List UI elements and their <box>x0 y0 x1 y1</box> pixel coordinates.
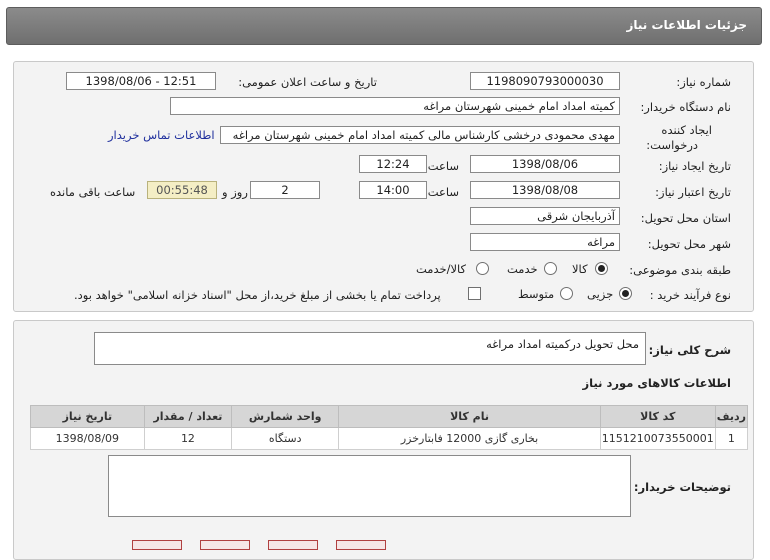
remaining-time-field: 00:55:48 <box>147 181 217 199</box>
creator-label-line2: درخواست: <box>646 138 698 152</box>
created-date-label: تاریخ ایجاد نیاز: <box>658 159 731 173</box>
category-goods-service-label: کالا/خدمت <box>416 262 467 276</box>
col-unit: واحد شمارش <box>231 405 340 428</box>
province-field[interactable]: آذربایجان شرقی <box>470 207 620 225</box>
creator-label-line1: ایجاد کننده <box>661 123 712 137</box>
treasury-payment-checkbox[interactable] <box>468 287 481 300</box>
treasury-payment-note: پرداخت تمام یا بخشی از مبلغ خرید،از محل … <box>74 288 441 302</box>
description-text: محل تحویل درکمیته امداد مراغه <box>486 337 639 351</box>
description-field[interactable]: محل تحویل درکمیته امداد مراغه <box>94 332 646 365</box>
col-item-name: نام کالا <box>338 405 601 428</box>
bottom-action-button-4[interactable] <box>336 540 386 550</box>
buyer-contact-link[interactable]: اطلاعات تماس خریدار <box>108 128 215 142</box>
need-number-label: شماره نیاز: <box>676 75 731 89</box>
page-header: جزئیات اطلاعات نیاز <box>6 7 762 45</box>
page-title: جزئیات اطلاعات نیاز <box>626 18 747 32</box>
goods-section-title: اطلاعات کالاهای مورد نیاز <box>582 376 731 390</box>
buyer-notes-field[interactable] <box>108 455 631 517</box>
city-label: شهر محل تحویل: <box>647 237 731 251</box>
remaining-label: ساعت باقی مانده <box>50 185 136 199</box>
goods-table: ردیف کد کالا نام کالا واحد شمارش تعداد /… <box>30 405 749 450</box>
bottom-action-button-2[interactable] <box>200 540 250 550</box>
row-number-cell: 1 <box>714 427 749 450</box>
need-number-field[interactable]: 1198090793000030 <box>470 72 620 90</box>
goods-table-header: ردیف کد کالا نام کالا واحد شمارش تعداد /… <box>30 405 749 428</box>
created-time-field[interactable]: 12:24 <box>359 155 427 173</box>
table-row[interactable]: 1 1151210073550001 بخاری گازی 12000 فابت… <box>30 427 749 450</box>
buyer-org-label: نام دستگاه خریدار: <box>640 100 731 114</box>
quantity-cell: 12 <box>143 427 233 450</box>
validity-date-field[interactable]: 1398/08/08 <box>470 181 620 199</box>
buyer-org-field[interactable]: کمیته امداد امام خمینی شهرستان مراغه <box>170 97 620 115</box>
category-goods-service-radio[interactable] <box>476 262 489 275</box>
process-medium-label: متوسط <box>518 287 555 301</box>
description-label: شرح کلی نیاز: <box>648 343 731 357</box>
created-time-label: ساعت <box>427 159 459 173</box>
item-name-cell: بخاری گازی 12000 فابتارخزر <box>338 427 601 450</box>
col-quantity: تعداد / مقدار <box>143 405 233 428</box>
process-minor-radio[interactable] <box>619 287 632 300</box>
validity-time-field[interactable]: 14:00 <box>359 181 427 199</box>
bottom-action-button-1[interactable] <box>132 540 182 550</box>
need-info-panel: شماره نیاز: 1198090793000030 تاریخ و ساع… <box>13 61 754 312</box>
need-date-cell: 1398/08/09 <box>30 427 145 450</box>
validity-date-label: تاریخ اعتبار نیاز: <box>655 185 731 199</box>
col-item-code: کد کالا <box>599 405 716 428</box>
category-label: طبقه بندی موضوعی: <box>629 263 731 277</box>
category-service-label: خدمت <box>507 262 538 276</box>
col-need-date: تاریخ نیاز <box>30 405 145 428</box>
process-minor-label: جزیی <box>587 287 614 301</box>
col-row-number: ردیف <box>714 405 749 428</box>
buyer-notes-label: توضیحات خریدار: <box>633 480 731 494</box>
category-goods-radio[interactable] <box>595 262 608 275</box>
process-label: نوع فرآیند خرید : <box>649 288 731 302</box>
announce-datetime-label: تاریخ و ساعت اعلان عمومی: <box>238 75 377 89</box>
category-goods-label: کالا <box>572 262 588 276</box>
province-label: استان محل تحویل: <box>640 211 731 225</box>
creator-field[interactable]: مهدی محمودی درخشی کارشناس مالی کمیته امد… <box>220 126 620 144</box>
announce-datetime-field[interactable]: 1398/08/06 - 12:51 <box>66 72 216 90</box>
category-service-radio[interactable] <box>544 262 557 275</box>
need-details-panel: شرح کلی نیاز: محل تحویل درکمیته امداد مر… <box>13 320 754 560</box>
city-field[interactable]: مراغه <box>470 233 620 251</box>
item-code-cell: 1151210073550001 <box>599 427 716 450</box>
unit-cell: دستگاه <box>231 427 340 450</box>
bottom-action-button-3[interactable] <box>268 540 318 550</box>
process-medium-radio[interactable] <box>560 287 573 300</box>
validity-time-label: ساعت <box>427 185 459 199</box>
days-label: روز و <box>222 185 248 199</box>
created-date-field[interactable]: 1398/08/06 <box>470 155 620 173</box>
remaining-days-field[interactable]: 2 <box>250 181 320 199</box>
